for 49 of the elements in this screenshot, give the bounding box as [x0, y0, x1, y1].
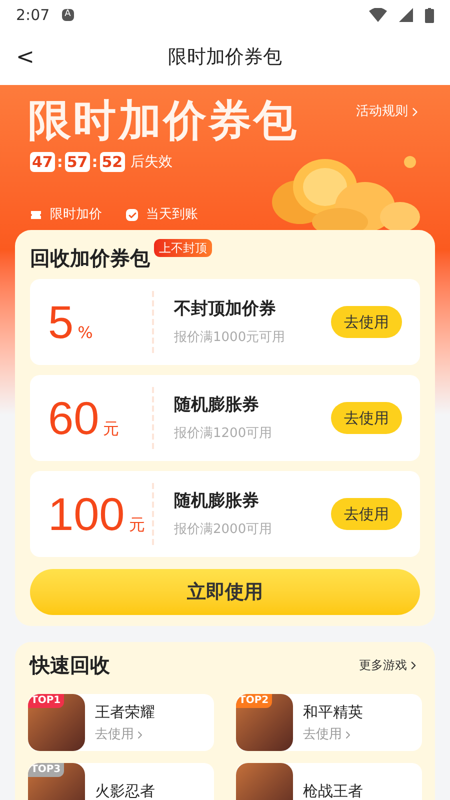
game-name: 王者荣耀 — [95, 702, 155, 722]
use-button[interactable]: 去使用 — [331, 402, 402, 434]
coupon-unit: 元 — [103, 418, 120, 440]
checkbox-icon — [126, 209, 138, 221]
game-name: 火影忍者 — [95, 781, 155, 800]
game-item[interactable]: TOP1 王者荣耀 去使用 — [28, 694, 214, 751]
back-button[interactable]: < — [12, 41, 38, 74]
coupon-condition: 报价满1000元可用 — [174, 329, 286, 347]
tag-badge: 上不封顶 — [154, 239, 212, 257]
section-title: 快速回收 — [30, 652, 110, 679]
coupon-condition: 报价满2000可用 — [174, 521, 274, 539]
ticket-icon — [30, 209, 42, 221]
coupon-amount: 60 — [48, 395, 100, 441]
coupon-condition: 报价满1200可用 — [174, 425, 274, 443]
use-button[interactable]: 去使用 — [331, 306, 402, 338]
use-now-button[interactable]: 立即使用 — [30, 569, 420, 615]
rank-badge: TOP1 — [28, 694, 64, 708]
status-time: 2:07 — [16, 4, 50, 26]
coupon-amount: 100 — [48, 491, 125, 537]
signal-icon — [399, 8, 413, 22]
coupon-unit: 元 — [128, 514, 145, 536]
use-button[interactable]: 去使用 — [331, 498, 402, 530]
page-title: 限时加价券包 — [168, 45, 282, 70]
coupon-amount: 5 — [48, 299, 74, 345]
wifi-icon — [369, 8, 387, 22]
coupon-name: 不封顶加价券 — [174, 298, 277, 320]
rank-badge: TOP3 — [28, 763, 64, 777]
rank-badge: TOP2 — [236, 694, 272, 708]
section-title: 回收加价券包 — [30, 245, 150, 272]
coupon-name: 随机膨胀券 — [174, 394, 260, 416]
battery-icon — [425, 8, 434, 22]
feature-label: 当天到账 — [146, 206, 198, 224]
game-item[interactable]: TOP2 和平精英 去使用 — [236, 694, 422, 751]
notification-icon: A — [62, 9, 74, 21]
banner-title: 限时加价券包 — [28, 95, 299, 148]
countdown-digits: 47 — [30, 152, 55, 172]
game-item[interactable]: TOP3 火影忍者 — [28, 763, 214, 800]
game-name: 枪战王者 — [303, 781, 363, 800]
coupon-unit: % — [78, 322, 93, 344]
time-separator: : — [92, 152, 98, 173]
time-separator: : — [56, 152, 63, 173]
countdown-label: 后失效 — [130, 152, 173, 172]
countdown-digits: 57 — [64, 152, 90, 172]
more-games-link[interactable]: 更多游戏 — [359, 656, 420, 674]
coupon-name: 随机膨胀券 — [174, 490, 260, 512]
game-name: 和平精英 — [303, 702, 363, 722]
game-item[interactable]: 枪战王者 — [236, 763, 422, 800]
countdown-digits: 52 — [100, 152, 125, 172]
feature-label: 限时加价 — [50, 206, 102, 224]
